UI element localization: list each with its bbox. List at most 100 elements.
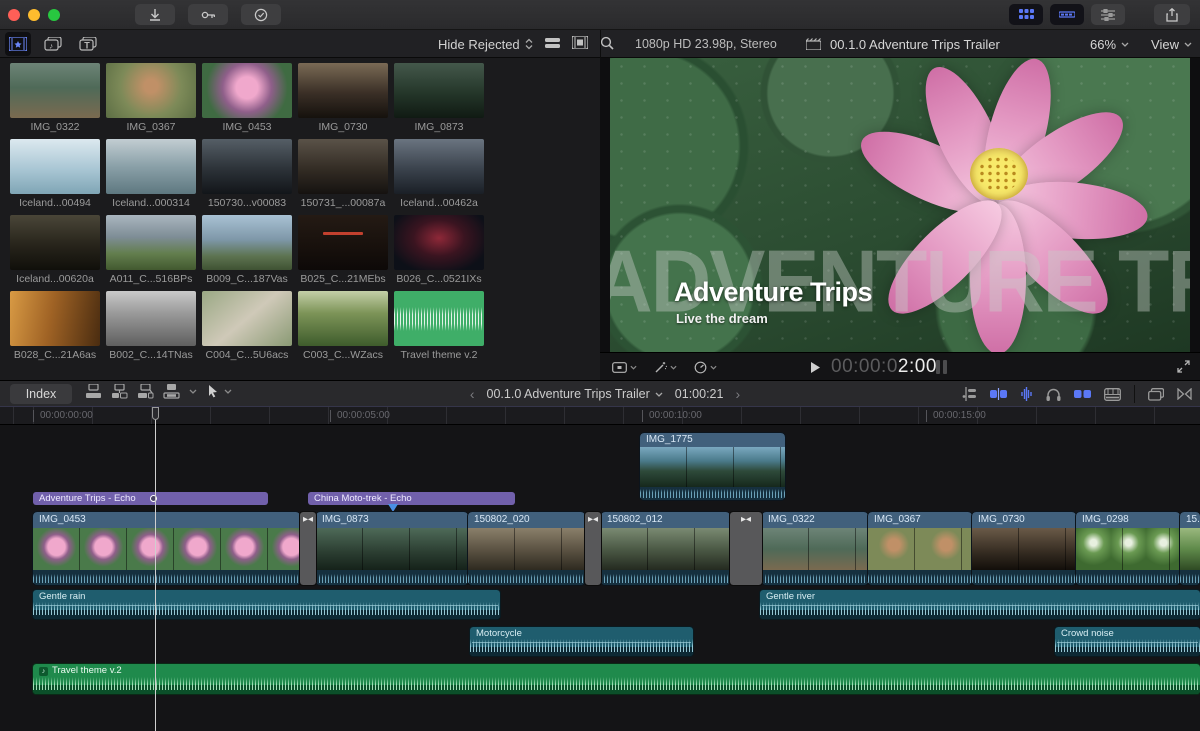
playhead-handle[interactable]: [152, 407, 159, 420]
browser-item[interactable]: IMG_0453: [202, 63, 298, 135]
snapping-toggle[interactable]: [1074, 388, 1091, 400]
transition-clip[interactable]: ▶◀: [585, 512, 601, 585]
tab-titles-generators[interactable]: T: [75, 32, 101, 56]
index-button[interactable]: Index: [10, 384, 72, 404]
browser-item[interactable]: IMG_0873: [394, 63, 490, 135]
audio-clip[interactable]: Crowd noise: [1055, 627, 1200, 656]
clip-filmstrip: [972, 528, 1076, 570]
transitions-browser-button[interactable]: [1177, 388, 1192, 400]
video-clip[interactable]: IMG_0730: [972, 512, 1076, 585]
browser-item[interactable]: C004_C...5U6acs: [202, 291, 298, 363]
video-clip[interactable]: 150802_012: [601, 512, 730, 585]
edit-options-chevron[interactable]: [189, 389, 197, 394]
final-cut-pro-window: ♪ T Hide Rejected 1080p HD 23.98p, St: [0, 0, 1200, 731]
timeline-project-dropdown[interactable]: 00.1.0 Adventure Trips Trailer: [487, 387, 663, 401]
music-clip[interactable]: ♪Travel theme v.2: [33, 664, 1200, 694]
browser-item[interactable]: IMG_0730: [298, 63, 394, 135]
audio-clip[interactable]: Motorcycle: [470, 627, 693, 656]
audio-clip[interactable]: Gentle river: [760, 590, 1200, 619]
filmstrip-view-button[interactable]: [572, 36, 588, 52]
next-project-button[interactable]: ›: [735, 386, 740, 402]
viewer-zoom-dropdown[interactable]: 66%: [1090, 37, 1129, 52]
minimize-window-button[interactable]: [28, 9, 40, 21]
insert-edit-button[interactable]: [111, 384, 128, 399]
search-button[interactable]: [600, 36, 614, 53]
clip-name: IMG_0298: [1076, 512, 1180, 528]
audio-skimming-toggle[interactable]: [1020, 387, 1033, 401]
video-clip[interactable]: 15...: [1180, 512, 1200, 585]
playhead[interactable]: [155, 407, 156, 731]
clip-audio-strip: [601, 570, 730, 585]
audio-clip[interactable]: Gentle rain: [33, 590, 500, 619]
browser-item[interactable]: 150731_...00087a: [298, 139, 394, 211]
inspector-toggle[interactable]: [1091, 4, 1125, 25]
audio-meters-button[interactable]: [936, 360, 947, 374]
clip-thumbnail: [10, 63, 100, 118]
skimming-toggle[interactable]: [990, 388, 1007, 400]
connect-edit-button[interactable]: [85, 384, 102, 399]
share-button[interactable]: [1154, 4, 1190, 25]
video-clip[interactable]: IMG_0873: [316, 512, 468, 585]
browser-item[interactable]: B026_C...0521IXs: [394, 215, 490, 287]
browser-item[interactable]: A011_C...516BPs: [106, 215, 202, 287]
browser-item[interactable]: Travel theme v.2: [394, 291, 490, 363]
browser-item[interactable]: B028_C...21A6as: [10, 291, 106, 363]
browser-item[interactable]: Iceland...000314: [106, 139, 202, 211]
close-window-button[interactable]: [8, 9, 20, 21]
timeline-ruler[interactable]: 00:00:00:0000:00:05:0000:00:10:0000:00:1…: [0, 407, 1200, 425]
tab-photos-audio[interactable]: ♪: [40, 32, 66, 56]
timeline[interactable]: 00:00:00:0000:00:05:0000:00:10:0000:00:1…: [0, 407, 1200, 731]
viewer-view-dropdown[interactable]: View: [1151, 37, 1192, 52]
clip-thumbnail: [10, 215, 100, 270]
zoom-window-button[interactable]: [48, 9, 60, 21]
tool-selector-dropdown[interactable]: [208, 384, 232, 398]
browser-item[interactable]: Iceland...00494: [10, 139, 106, 211]
previous-project-button[interactable]: ‹: [470, 386, 475, 402]
overwrite-edit-button[interactable]: [163, 384, 180, 399]
video-clip[interactable]: IMG_0453: [33, 512, 300, 585]
transition-clip[interactable]: ▶◀: [730, 512, 762, 585]
append-edit-button[interactable]: [137, 384, 154, 399]
clip-appearance-button[interactable]: [1104, 388, 1121, 401]
play-button[interactable]: [810, 361, 821, 374]
transform-crop-dropdown[interactable]: [612, 362, 637, 373]
timeline-marker[interactable]: [388, 504, 398, 512]
title-clip[interactable]: China Moto-trek - Echo: [308, 492, 515, 505]
ruler-timecode: 00:00:05:00: [330, 410, 390, 422]
show-browser-button[interactable]: [1148, 388, 1164, 401]
solo-toggle[interactable]: [1046, 388, 1061, 401]
transition-clip[interactable]: ▶◀: [300, 512, 316, 585]
browser-item[interactable]: B002_C...14TNas: [106, 291, 202, 363]
video-clip[interactable]: IMG_0298: [1076, 512, 1180, 585]
clip-name: 150802_020: [468, 512, 585, 528]
timeline-panel-toggle[interactable]: [1050, 4, 1084, 25]
browser-item[interactable]: B009_C...187Vas: [202, 215, 298, 287]
clip-filter-dropdown[interactable]: Hide Rejected: [438, 37, 533, 52]
viewer-canvas[interactable]: ADVENTURE TRIPS Adventure Trips Live the…: [610, 58, 1190, 352]
import-media-button[interactable]: [135, 4, 175, 25]
color-enhancements-dropdown[interactable]: [654, 361, 677, 374]
browser-item[interactable]: B025_C...21MEbs: [298, 215, 394, 287]
clip-audio-strip: [1180, 570, 1200, 585]
browser-item[interactable]: 150730...v00083: [202, 139, 298, 211]
video-clip[interactable]: 150802_020: [468, 512, 585, 585]
browser-panel-toggle[interactable]: [1009, 4, 1043, 25]
browser-item[interactable]: IMG_0322: [10, 63, 106, 135]
list-view-button[interactable]: [545, 37, 560, 52]
clip-audio-strip: [1076, 570, 1180, 585]
video-clip[interactable]: IMG_0322: [762, 512, 868, 585]
browser-item[interactable]: IMG_0367: [106, 63, 202, 135]
clip-filmstrip: [1076, 528, 1180, 570]
clip-audio-strip: [640, 487, 785, 500]
fullscreen-button[interactable]: [1177, 360, 1190, 378]
retime-dropdown[interactable]: [694, 361, 717, 374]
browser-item[interactable]: Iceland...00620a: [10, 215, 106, 287]
keyword-editor-button[interactable]: [188, 4, 228, 25]
browser-item[interactable]: Iceland...00462a: [394, 139, 490, 211]
tab-clips-browser[interactable]: [5, 32, 31, 56]
video-clip[interactable]: IMG_0367: [868, 512, 972, 585]
browser-item[interactable]: C003_C...WZacs: [298, 291, 394, 363]
trim-settings-button[interactable]: [962, 387, 977, 401]
connected-clip[interactable]: IMG_1775: [640, 433, 785, 500]
background-tasks-button[interactable]: [241, 4, 281, 25]
